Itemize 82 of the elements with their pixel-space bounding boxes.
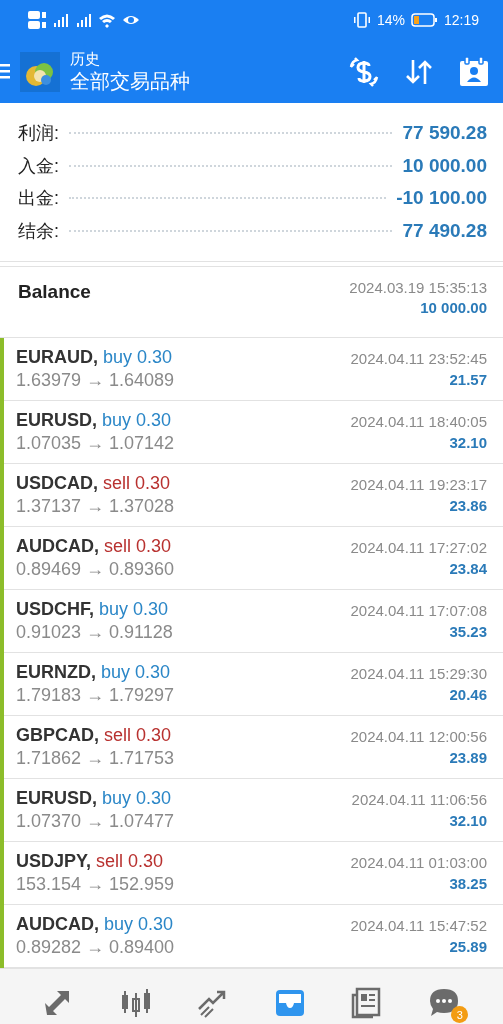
symbol-name: USDCAD, [16, 473, 98, 494]
deal-profit: 32.10 [449, 434, 487, 451]
deal-profit: 25.89 [449, 938, 487, 955]
symbol-name: EURAUD, [16, 347, 98, 368]
menu-button[interactable] [0, 64, 10, 79]
price-change: 0.91023 → 0.91128 [16, 622, 173, 643]
price-change: 1.07035 → 1.07142 [16, 433, 175, 454]
deal-profit: 35.23 [449, 623, 487, 640]
price-change: 1.71862 → 1.71753 [16, 748, 175, 769]
symbol-name: USDJPY, [16, 851, 92, 872]
order-type: buy 0.30 [102, 788, 172, 809]
balance-label: Balance [18, 281, 91, 304]
calendar-button[interactable] [459, 56, 489, 87]
battery-percent: 14% [376, 12, 405, 28]
summary-value: -10 100.00 [396, 187, 487, 210]
deal-profit: 23.89 [449, 749, 487, 766]
symbol-filter[interactable]: 全部交易品种 [70, 67, 323, 94]
order-type: sell 0.30 [103, 473, 171, 494]
price-change: 1.79183 → 1.79297 [16, 685, 175, 706]
deal-profit: 23.86 [449, 497, 487, 514]
notification-badge: 3 [451, 1006, 469, 1023]
symbol-name: EURNZD, [16, 662, 96, 683]
deal-profit: 23.84 [449, 560, 487, 577]
candlestick-icon [119, 987, 152, 1019]
price-change: 153.154 → 152.959 [16, 874, 175, 895]
balance-amount: 10 000.00 [420, 299, 487, 316]
deposit-filter-button[interactable] [349, 56, 379, 87]
deal-time: 2024.04.11 11:06:56 [351, 791, 487, 808]
screen-title: 历史 [70, 49, 101, 68]
menu-icon [0, 64, 10, 79]
summary-value: 77 590.28 [402, 122, 487, 145]
symbol-name: EURUSD, [16, 410, 97, 431]
summary-label: 结余: [18, 219, 59, 243]
summary-label: 利润: [18, 122, 59, 146]
deal-time: 2024.04.11 01:03:00 [350, 854, 487, 871]
symbol-name: USDCHF, [16, 599, 94, 620]
deal-time: 2024.04.11 15:29:30 [350, 665, 487, 682]
price-change: 0.89282 → 0.89400 [16, 937, 175, 958]
app-logo-icon [20, 51, 60, 92]
inbox-icon [274, 987, 307, 1019]
signal-icon [52, 12, 69, 28]
symbol-name: AUDCAD, [16, 536, 99, 557]
order-type: buy 0.30 [103, 347, 173, 368]
deal-profit: 20.46 [449, 686, 487, 703]
battery-icon [410, 12, 438, 28]
symbol-name: EURUSD, [16, 788, 97, 809]
balance-time: 2024.03.19 15:35:13 [349, 279, 487, 296]
order-type: buy 0.30 [99, 599, 169, 620]
order-type: buy 0.30 [101, 662, 171, 683]
deal-time: 2024.04.11 17:27:02 [350, 539, 487, 556]
order-type: buy 0.30 [102, 410, 172, 431]
hd-icon [28, 11, 46, 29]
summary-value: 77 490.28 [402, 219, 487, 242]
signal-icon [75, 12, 92, 28]
deal-time: 2024.04.11 23:52:45 [350, 350, 487, 367]
chat-icon [428, 987, 461, 1019]
wifi-icon [98, 12, 116, 28]
symbol-name: AUDCAD, [16, 914, 99, 935]
clock-time: 12:19 [443, 12, 479, 28]
price-change: 1.07370 → 1.07477 [16, 811, 175, 832]
price-change: 1.37137 → 1.37028 [16, 496, 175, 517]
symbol-name: GBPCAD, [16, 725, 99, 746]
dollar-exchange-icon [349, 56, 379, 87]
deal-time: 2024.04.11 12:00:56 [350, 728, 487, 745]
order-type: sell 0.30 [104, 725, 172, 746]
calendar-icon [459, 56, 489, 87]
order-type: buy 0.30 [104, 914, 174, 935]
order-type: sell 0.30 [104, 536, 172, 557]
deal-time: 2024.04.11 15:47:52 [350, 917, 487, 934]
vibrate-icon [352, 12, 371, 28]
deal-profit: 32.10 [449, 812, 487, 829]
order-type: sell 0.30 [96, 851, 164, 872]
price-change: 0.89469 → 0.89360 [16, 559, 175, 580]
deal-time: 2024.04.11 17:07:08 [350, 602, 487, 619]
summary-value: 10 000.00 [402, 154, 487, 177]
summary-label: 出金: [18, 187, 59, 211]
deal-profit: 38.25 [449, 875, 487, 892]
deal-profit: 21.57 [449, 371, 487, 388]
price-change: 1.63979 → 1.64089 [16, 370, 175, 391]
deal-time: 2024.04.11 18:40:05 [350, 413, 487, 430]
deal-time: 2024.04.11 19:23:17 [350, 476, 487, 493]
summary-label: 入金: [18, 154, 59, 178]
